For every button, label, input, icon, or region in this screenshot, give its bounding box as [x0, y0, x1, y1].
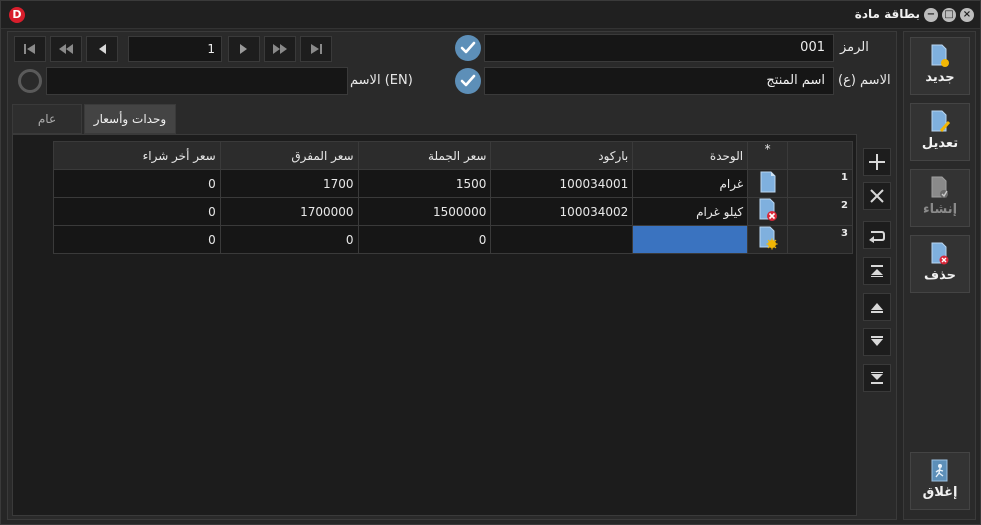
cell-last-purchase[interactable]: 0	[53, 197, 221, 226]
units-grid: سعر أخر شراء سعر المفرق سعر الجملة باركو…	[53, 141, 853, 254]
name-ar-field[interactable]: اسم المنتج	[484, 67, 834, 95]
cell-barcode[interactable]: 100034001	[490, 169, 634, 198]
plus-icon	[869, 154, 885, 170]
fast-back-icon	[59, 44, 73, 54]
first-record-button[interactable]	[14, 36, 46, 62]
cell-retail[interactable]: 1700	[219, 169, 359, 198]
next-record-button[interactable]	[228, 36, 260, 62]
exit-door-icon	[931, 459, 948, 482]
row-number[interactable]: 2	[787, 197, 853, 226]
move-down-button[interactable]	[863, 328, 891, 356]
first-record-icon	[24, 44, 35, 54]
previous-record-button[interactable]	[86, 36, 118, 62]
create-button-label: إنشاء	[922, 202, 958, 217]
move-top-button[interactable]	[863, 257, 891, 285]
new-button[interactable]: جديد	[910, 37, 970, 95]
table-row[interactable]: 0 1700000 1500000 100034002 كيلو غرام 2	[53, 197, 853, 226]
name-ar-check-icon[interactable]	[455, 68, 481, 94]
edit-button[interactable]: تعديل	[910, 103, 970, 161]
code-label: الرمز	[840, 40, 869, 55]
move-top-icon	[871, 265, 883, 277]
cell-barcode[interactable]: 100034002	[490, 197, 634, 226]
app-logo-icon: D	[9, 7, 25, 23]
name-en-field[interactable]	[46, 67, 348, 95]
column-header-retail[interactable]: سعر المفرق	[219, 141, 359, 170]
move-bottom-icon	[871, 372, 883, 384]
row-state-cell	[747, 169, 789, 198]
cell-retail[interactable]: 1700000	[219, 197, 359, 226]
units-prices-panel: سعر أخر شراء سعر المفرق سعر الجملة باركو…	[12, 134, 857, 516]
close-button[interactable]: إغلاق	[910, 452, 970, 510]
cell-unit-active[interactable]	[632, 225, 749, 254]
document-icon	[760, 171, 776, 193]
tab-general[interactable]: عام	[12, 104, 82, 134]
next-page-button[interactable]	[264, 36, 296, 62]
delete-document-icon	[931, 242, 949, 265]
cell-wholesale[interactable]: 1500000	[357, 197, 492, 226]
column-header-rownum	[787, 141, 853, 170]
move-up-icon	[871, 303, 883, 313]
item-card-window: D بطاقة مادة − □ × 1 الاسم (EN) 001 الرم…	[0, 0, 981, 525]
cell-last-purchase[interactable]: 0	[53, 225, 221, 254]
move-down-icon	[871, 336, 883, 346]
row-state-cell	[747, 225, 789, 254]
fast-forward-icon	[273, 44, 287, 54]
close-window-button[interactable]: ×	[960, 8, 974, 22]
back-icon	[99, 44, 106, 54]
new-button-label: جديد	[925, 70, 955, 85]
delete-button[interactable]: حذف	[910, 235, 970, 293]
document-new-icon	[759, 226, 778, 250]
table-row[interactable]: 0 0 0 3	[53, 225, 853, 254]
action-panel: جديد تعديل إنشاء حذف إغلاق	[903, 31, 976, 520]
column-header-unit[interactable]: الوحدة	[632, 141, 749, 170]
record-number-field[interactable]: 1	[128, 36, 222, 62]
name-en-label: الاسم (EN)	[350, 73, 413, 88]
row-state-cell	[747, 197, 789, 226]
cell-unit[interactable]: كيلو غرام	[632, 197, 749, 226]
column-header-wholesale[interactable]: سعر الجملة	[357, 141, 492, 170]
cell-unit[interactable]: غرام	[632, 169, 749, 198]
delete-button-label: حذف	[924, 268, 956, 283]
document-delete-icon	[759, 198, 777, 221]
name-ar-label: الاسم (ع)	[838, 73, 891, 88]
code-check-icon[interactable]	[455, 35, 481, 61]
title-bar: D بطاقة مادة − □ ×	[1, 1, 980, 29]
create-button[interactable]: إنشاء	[910, 169, 970, 227]
forward-icon	[240, 44, 247, 54]
x-icon	[870, 189, 884, 203]
add-row-button[interactable]	[863, 148, 891, 176]
row-number[interactable]: 3	[787, 225, 853, 254]
move-up-button[interactable]	[863, 293, 891, 321]
column-header-star: *	[747, 141, 789, 170]
cell-barcode[interactable]	[490, 225, 634, 254]
undo-row-button[interactable]	[863, 221, 891, 249]
new-document-icon	[931, 44, 949, 67]
maximize-button[interactable]: □	[942, 8, 956, 22]
cell-wholesale[interactable]: 0	[357, 225, 492, 254]
create-document-icon	[931, 176, 948, 198]
move-bottom-button[interactable]	[863, 364, 891, 392]
delete-row-button[interactable]	[863, 182, 891, 210]
last-record-icon	[311, 44, 322, 54]
edit-button-label: تعديل	[921, 136, 959, 151]
edit-document-icon	[931, 110, 951, 132]
last-record-button[interactable]	[300, 36, 332, 62]
tab-units-prices[interactable]: وحدات وأسعار	[84, 104, 176, 134]
code-field[interactable]: 001	[484, 34, 834, 62]
cell-retail[interactable]: 0	[219, 225, 359, 254]
column-header-last-purchase[interactable]: سعر أخر شراء	[53, 141, 221, 170]
table-row[interactable]: 0 1700 1500 100034001 غرام 1	[53, 169, 853, 198]
status-circle-icon	[18, 69, 42, 93]
column-header-barcode[interactable]: باركود	[490, 141, 634, 170]
close-button-label: إغلاق	[922, 485, 958, 500]
cell-last-purchase[interactable]: 0	[53, 169, 221, 198]
previous-page-button[interactable]	[50, 36, 82, 62]
window-title: بطاقة مادة	[854, 7, 920, 21]
minimize-button[interactable]: −	[924, 8, 938, 22]
return-icon	[869, 231, 885, 243]
row-number[interactable]: 1	[787, 169, 853, 198]
main-panel: 1 الاسم (EN) 001 الرمز اسم المنتج الاسم …	[7, 31, 897, 520]
cell-wholesale[interactable]: 1500	[357, 169, 492, 198]
grid-header-row: سعر أخر شراء سعر المفرق سعر الجملة باركو…	[53, 141, 853, 170]
